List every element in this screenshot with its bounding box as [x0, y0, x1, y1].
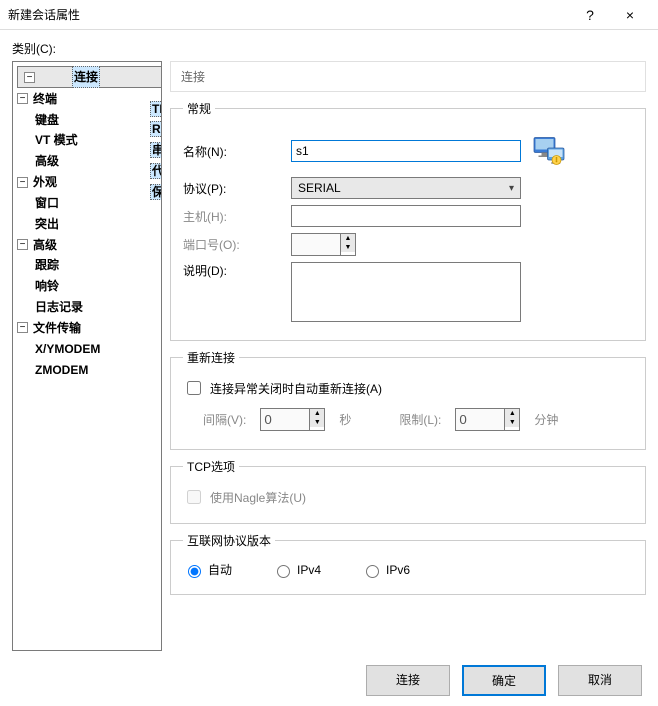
label-protocol: 协议(P): [183, 180, 283, 197]
limit-input [455, 408, 505, 431]
label-limit: 限制(L): [399, 411, 441, 428]
reconnect-checkbox-label: 连接异常关闭时自动重新连接(A) [210, 380, 382, 397]
group-ip: 互联网协议版本 自动 IPv4 IPv6 [170, 532, 646, 595]
protocol-select[interactable]: SERIAL ▾ [291, 177, 521, 199]
tree-item-appearance[interactable]: 外观 [31, 175, 59, 189]
spinner-down-icon: ▼ [341, 243, 355, 252]
label-desc: 说明(D): [183, 262, 283, 279]
tree-toggle-icon[interactable]: − [17, 239, 28, 250]
spinner-up-icon: ▲ [310, 409, 324, 418]
host-input [291, 205, 521, 227]
page-title: 连接 [170, 61, 646, 92]
limit-spinner: ▲▼ [455, 408, 520, 431]
legend-general: 常规 [183, 100, 215, 117]
legend-ip: 互联网协议版本 [183, 532, 275, 549]
name-input[interactable] [291, 140, 521, 162]
spinner-up-icon: ▲ [505, 409, 519, 418]
connect-button[interactable]: 连接 [366, 665, 450, 696]
session-icon[interactable] [529, 131, 569, 171]
label-interval-unit: 秒 [339, 411, 351, 428]
legend-reconnect: 重新连接 [183, 349, 239, 366]
help-button[interactable]: ? [570, 7, 610, 23]
protocol-value: SERIAL [298, 181, 341, 195]
tree-item-advanced[interactable]: 高级 [31, 238, 59, 252]
radio-ipv6-input[interactable] [366, 565, 379, 578]
legend-tcp: TCP选项 [183, 458, 239, 475]
tree-toggle-icon[interactable]: − [24, 72, 35, 83]
tree-item-trace[interactable]: 跟踪 [33, 258, 61, 272]
tree-item-xymodem[interactable]: X/YMODEM [33, 342, 102, 356]
tree-item-keyboard[interactable]: 键盘 [33, 113, 61, 127]
tree-item-vt-mode[interactable]: VT 模式 [33, 133, 80, 147]
ok-button[interactable]: 确定 [462, 665, 546, 696]
cancel-button[interactable]: 取消 [558, 665, 642, 696]
group-reconnect: 重新连接 连接异常关闭时自动重新连接(A) 间隔(V): ▲▼ 秒 限制(L): [170, 349, 646, 450]
window-title: 新建会话属性 [8, 6, 570, 23]
spinner-down-icon: ▼ [505, 418, 519, 427]
spinner-up-icon: ▲ [341, 234, 355, 243]
tree-toggle-icon[interactable]: − [17, 177, 28, 188]
radio-auto-input[interactable] [188, 565, 201, 578]
group-tcp: TCP选项 使用Nagle算法(U) [170, 458, 646, 524]
titlebar: 新建会话属性 ? × [0, 0, 658, 30]
tree-item-connection[interactable]: 连接 [72, 66, 100, 88]
category-tree[interactable]: −连接 −用户身份验证 登录提示符 登录脚本 −SSH 安全性 隧道 SFTP [12, 61, 162, 651]
tree-item-file-transfer[interactable]: 文件传输 [31, 321, 83, 335]
nagle-checkbox-label: 使用Nagle算法(U) [210, 489, 306, 506]
radio-auto[interactable]: 自动 [183, 561, 232, 578]
tree-item-zmodem[interactable]: ZMODEM [33, 363, 90, 377]
tree-toggle-icon[interactable]: − [17, 322, 28, 333]
tree-item-bell[interactable]: 响铃 [33, 279, 61, 293]
label-interval: 间隔(V): [203, 411, 246, 428]
tree-item-terminal[interactable]: 终端 [31, 92, 59, 106]
radio-ipv4[interactable]: IPv4 [272, 562, 321, 578]
tree-toggle-icon[interactable]: − [17, 93, 28, 104]
tree-item-window[interactable]: 窗口 [33, 196, 61, 210]
tree-item-highlight[interactable]: 突出 [33, 217, 61, 231]
close-button[interactable]: × [610, 7, 650, 23]
desc-textarea[interactable] [291, 262, 521, 322]
label-host: 主机(H): [183, 208, 283, 225]
label-limit-unit: 分钟 [534, 411, 558, 428]
label-name: 名称(N): [183, 143, 283, 160]
port-spinner: ▲▼ [291, 233, 356, 256]
spinner-down-icon: ▼ [310, 418, 324, 427]
nagle-checkbox [187, 490, 201, 504]
category-label: 类别(C): [12, 40, 646, 57]
label-port: 端口号(O): [183, 236, 283, 253]
tree-item-advanced-terminal[interactable]: 高级 [33, 154, 61, 168]
port-input [291, 233, 341, 256]
interval-input [260, 408, 310, 431]
interval-spinner: ▲▼ [260, 408, 325, 431]
chevron-down-icon: ▾ [509, 183, 514, 194]
radio-ipv6[interactable]: IPv6 [361, 562, 410, 578]
reconnect-checkbox[interactable] [187, 381, 201, 395]
tree-item-logging[interactable]: 日志记录 [33, 300, 85, 314]
group-general: 常规 名称(N): 协议(P): SERIAL ▾ 主机(H): [170, 100, 646, 341]
radio-ipv4-input[interactable] [277, 565, 290, 578]
